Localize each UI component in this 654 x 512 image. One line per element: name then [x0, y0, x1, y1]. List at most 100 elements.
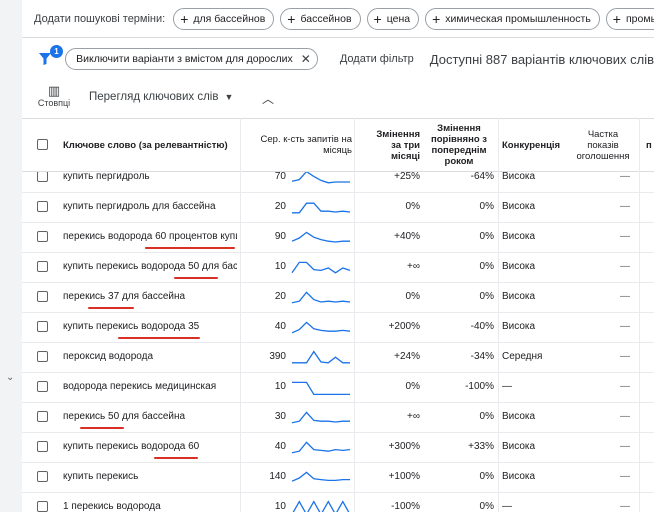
three-month-change-cell: +100%: [388, 471, 420, 482]
three-month-change-cell: +200%: [388, 321, 420, 332]
term-chip[interactable]: + химическая промышленность: [425, 7, 600, 30]
row-checkbox[interactable]: [37, 291, 48, 302]
three-month-change-cell: -100%: [391, 501, 420, 512]
competition-cell: Висока: [502, 411, 536, 422]
three-month-change-cell: 0%: [405, 291, 420, 302]
impression-share-cell: —: [620, 471, 630, 482]
three-month-change-cell: 0%: [405, 381, 420, 392]
impression-share-cell: —: [620, 381, 630, 392]
impression-share-cell: —: [620, 321, 630, 332]
filter-bar: 1 Виключити варіанти з вмістом для дорос…: [22, 42, 654, 76]
trend-line: [291, 231, 350, 243]
term-chip[interactable]: + цена: [366, 7, 420, 30]
trend-sparkline: [291, 441, 351, 454]
row-checkbox[interactable]: [37, 172, 48, 182]
row-checkbox[interactable]: [37, 441, 48, 452]
trend-line: [291, 471, 350, 482]
competition-cell: Висока: [502, 172, 536, 182]
close-icon[interactable]: ✕: [301, 52, 311, 66]
header-keyword[interactable]: Ключове слово (за релевантністю): [63, 119, 233, 171]
keyword-view-select[interactable]: Перегляд ключових слів ▼: [89, 91, 233, 103]
table-row: перекись водорода 60 процентов купить 90 +…: [22, 223, 654, 253]
three-month-change-cell: 0%: [405, 201, 420, 212]
row-checkbox[interactable]: [37, 231, 48, 242]
filter-button[interactable]: 1: [32, 42, 63, 76]
plus-icon: +: [373, 10, 382, 27]
keyword-cell[interactable]: водорода перекись медицинская: [63, 381, 216, 392]
row-checkbox[interactable]: [37, 471, 48, 482]
competition-cell: —: [502, 501, 512, 512]
plus-icon: +: [180, 10, 189, 27]
red-underline-annotation: [118, 337, 200, 339]
keyword-cell[interactable]: купить пергидроль: [63, 172, 150, 182]
avg-searches-cell: 90: [274, 231, 286, 242]
term-chip[interactable]: +промышлен: [605, 7, 654, 30]
red-underline-annotation: [154, 457, 198, 459]
keyword-cell[interactable]: перекись 50 для бассейна: [63, 411, 185, 422]
competition-cell: Висока: [502, 291, 536, 302]
row-checkbox[interactable]: [37, 201, 48, 212]
keyword-cell[interactable]: перекись водорода 60 процентов купить: [63, 231, 237, 242]
trend-sparkline: [291, 291, 351, 304]
keyword-cell[interactable]: купить пергидроль для бассейна: [63, 201, 216, 212]
three-month-change-cell: +25%: [394, 172, 420, 182]
competition-cell: Висока: [502, 231, 536, 242]
table-row: купить перекись 140 +100% 0% Висока —: [22, 463, 654, 493]
select-all-checkbox[interactable]: [37, 139, 48, 150]
keyword-cell[interactable]: купить перекись водорода 50 для басс…: [63, 261, 237, 272]
three-month-change-cell: +∞: [407, 261, 420, 272]
header-yoy-change[interactable]: Змінення порівняно з попереднім роком: [424, 119, 494, 171]
red-underline-annotation: [80, 427, 124, 429]
competition-cell: —: [502, 381, 512, 392]
columns-button[interactable]: ▥ Стовпці: [36, 84, 72, 109]
trend-line: [291, 321, 351, 334]
keyword-cell[interactable]: 1 перекись водорода: [63, 501, 161, 512]
red-underline-annotation: [88, 307, 134, 309]
trend-line: [291, 441, 351, 454]
header-competition[interactable]: Конкуренція: [502, 119, 572, 171]
row-checkbox[interactable]: [37, 411, 48, 422]
row-checkbox[interactable]: [37, 351, 48, 362]
row-checkbox[interactable]: [37, 501, 48, 512]
chevron-down-icon[interactable]: ⌄: [6, 372, 14, 383]
trend-sparkline: [291, 321, 351, 334]
impression-share-cell: —: [620, 261, 630, 272]
term-chip[interactable]: + для бассейнов: [173, 7, 275, 30]
row-checkbox[interactable]: [37, 321, 48, 332]
available-keywords-count: Доступні 887 варіантів ключових слів: [429, 51, 654, 67]
header-three-month-change[interactable]: Змінення за три місяці: [366, 119, 420, 171]
header-impression-share[interactable]: Частка показів оголошення: [574, 119, 632, 171]
plus-icon: +: [612, 10, 621, 27]
avg-searches-cell: 30: [274, 411, 286, 422]
keyword-cell[interactable]: пероксид водорода: [63, 351, 153, 362]
trend-line: [292, 381, 350, 396]
yoy-change-cell: 0%: [479, 291, 494, 302]
chevron-up-icon[interactable]: ︿: [262, 90, 274, 107]
yoy-change-cell: -100%: [465, 381, 494, 392]
avg-searches-cell: 40: [274, 321, 286, 332]
term-chip[interactable]: + бассейнов: [280, 7, 361, 30]
row-checkbox[interactable]: [37, 381, 48, 392]
header-next-column: п: [646, 139, 652, 151]
table-row: купить пергидроль для бассейна 20 0% 0% Висо…: [22, 193, 654, 223]
keyword-cell[interactable]: купить перекись водорода 60: [63, 441, 199, 452]
competition-cell: Висока: [502, 201, 536, 212]
row-checkbox[interactable]: [37, 261, 48, 272]
add-filter-button[interactable]: Додати фільтр: [340, 53, 414, 65]
trend-sparkline: [291, 231, 350, 243]
impression-share-cell: —: [620, 231, 630, 242]
avg-searches-cell: 20: [274, 201, 286, 212]
keyword-cell[interactable]: купить перекись: [63, 471, 138, 482]
plus-icon: +: [432, 10, 441, 27]
keyword-cell[interactable]: купить перекись водорода 35: [63, 321, 199, 332]
competition-cell: Середня: [502, 351, 543, 362]
keyword-cell[interactable]: перекись 37 для бассейна: [63, 291, 185, 302]
trend-line: [291, 291, 351, 304]
three-month-change-cell: +24%: [394, 351, 420, 362]
table-row: купить перекись водорода 60 40 +300% +33% Ви…: [22, 433, 654, 463]
avg-searches-cell: 10: [274, 381, 286, 392]
header-avg-searches[interactable]: Сер. к-сть запитів на місяць: [244, 119, 352, 171]
trend-sparkline: [292, 500, 350, 512]
trend-line: [292, 500, 350, 512]
exclude-adult-chip[interactable]: Виключити варіанти з вмістом для доросли…: [65, 48, 318, 70]
